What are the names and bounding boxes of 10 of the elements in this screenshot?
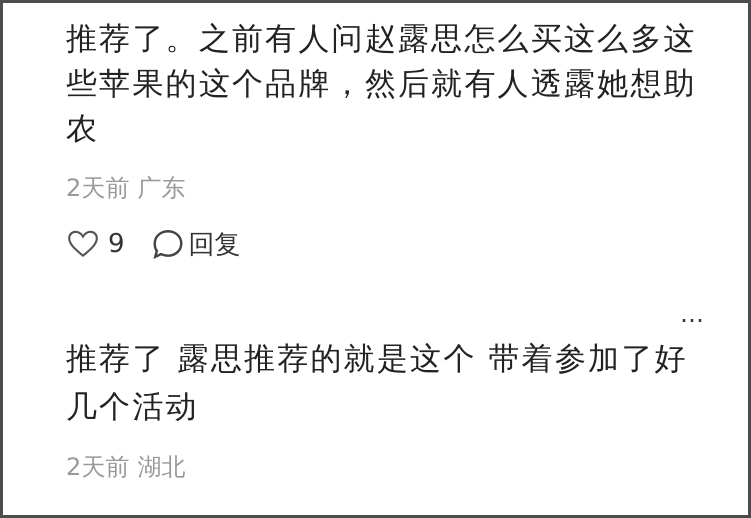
comment-time: 2天前 <box>66 452 130 483</box>
comment-bubble-icon[interactable] <box>150 227 185 261</box>
comment-location: 广东 <box>137 173 186 204</box>
comment-text: 推荐了 露思推荐的就是这个 带着参加了好 几个活动 <box>66 340 689 427</box>
comment-location: 湖北 <box>137 452 186 483</box>
more-options[interactable]: … <box>680 299 704 329</box>
comment-time: 2天前 <box>66 173 130 204</box>
like-count: 9 <box>108 229 125 259</box>
comment-text: 推荐了。之前有人问赵露思怎么买这么多这 些苹果的这个品牌，然后就有人透露她想助 农 <box>66 20 698 149</box>
reply-link[interactable]: 回复 <box>188 226 241 262</box>
